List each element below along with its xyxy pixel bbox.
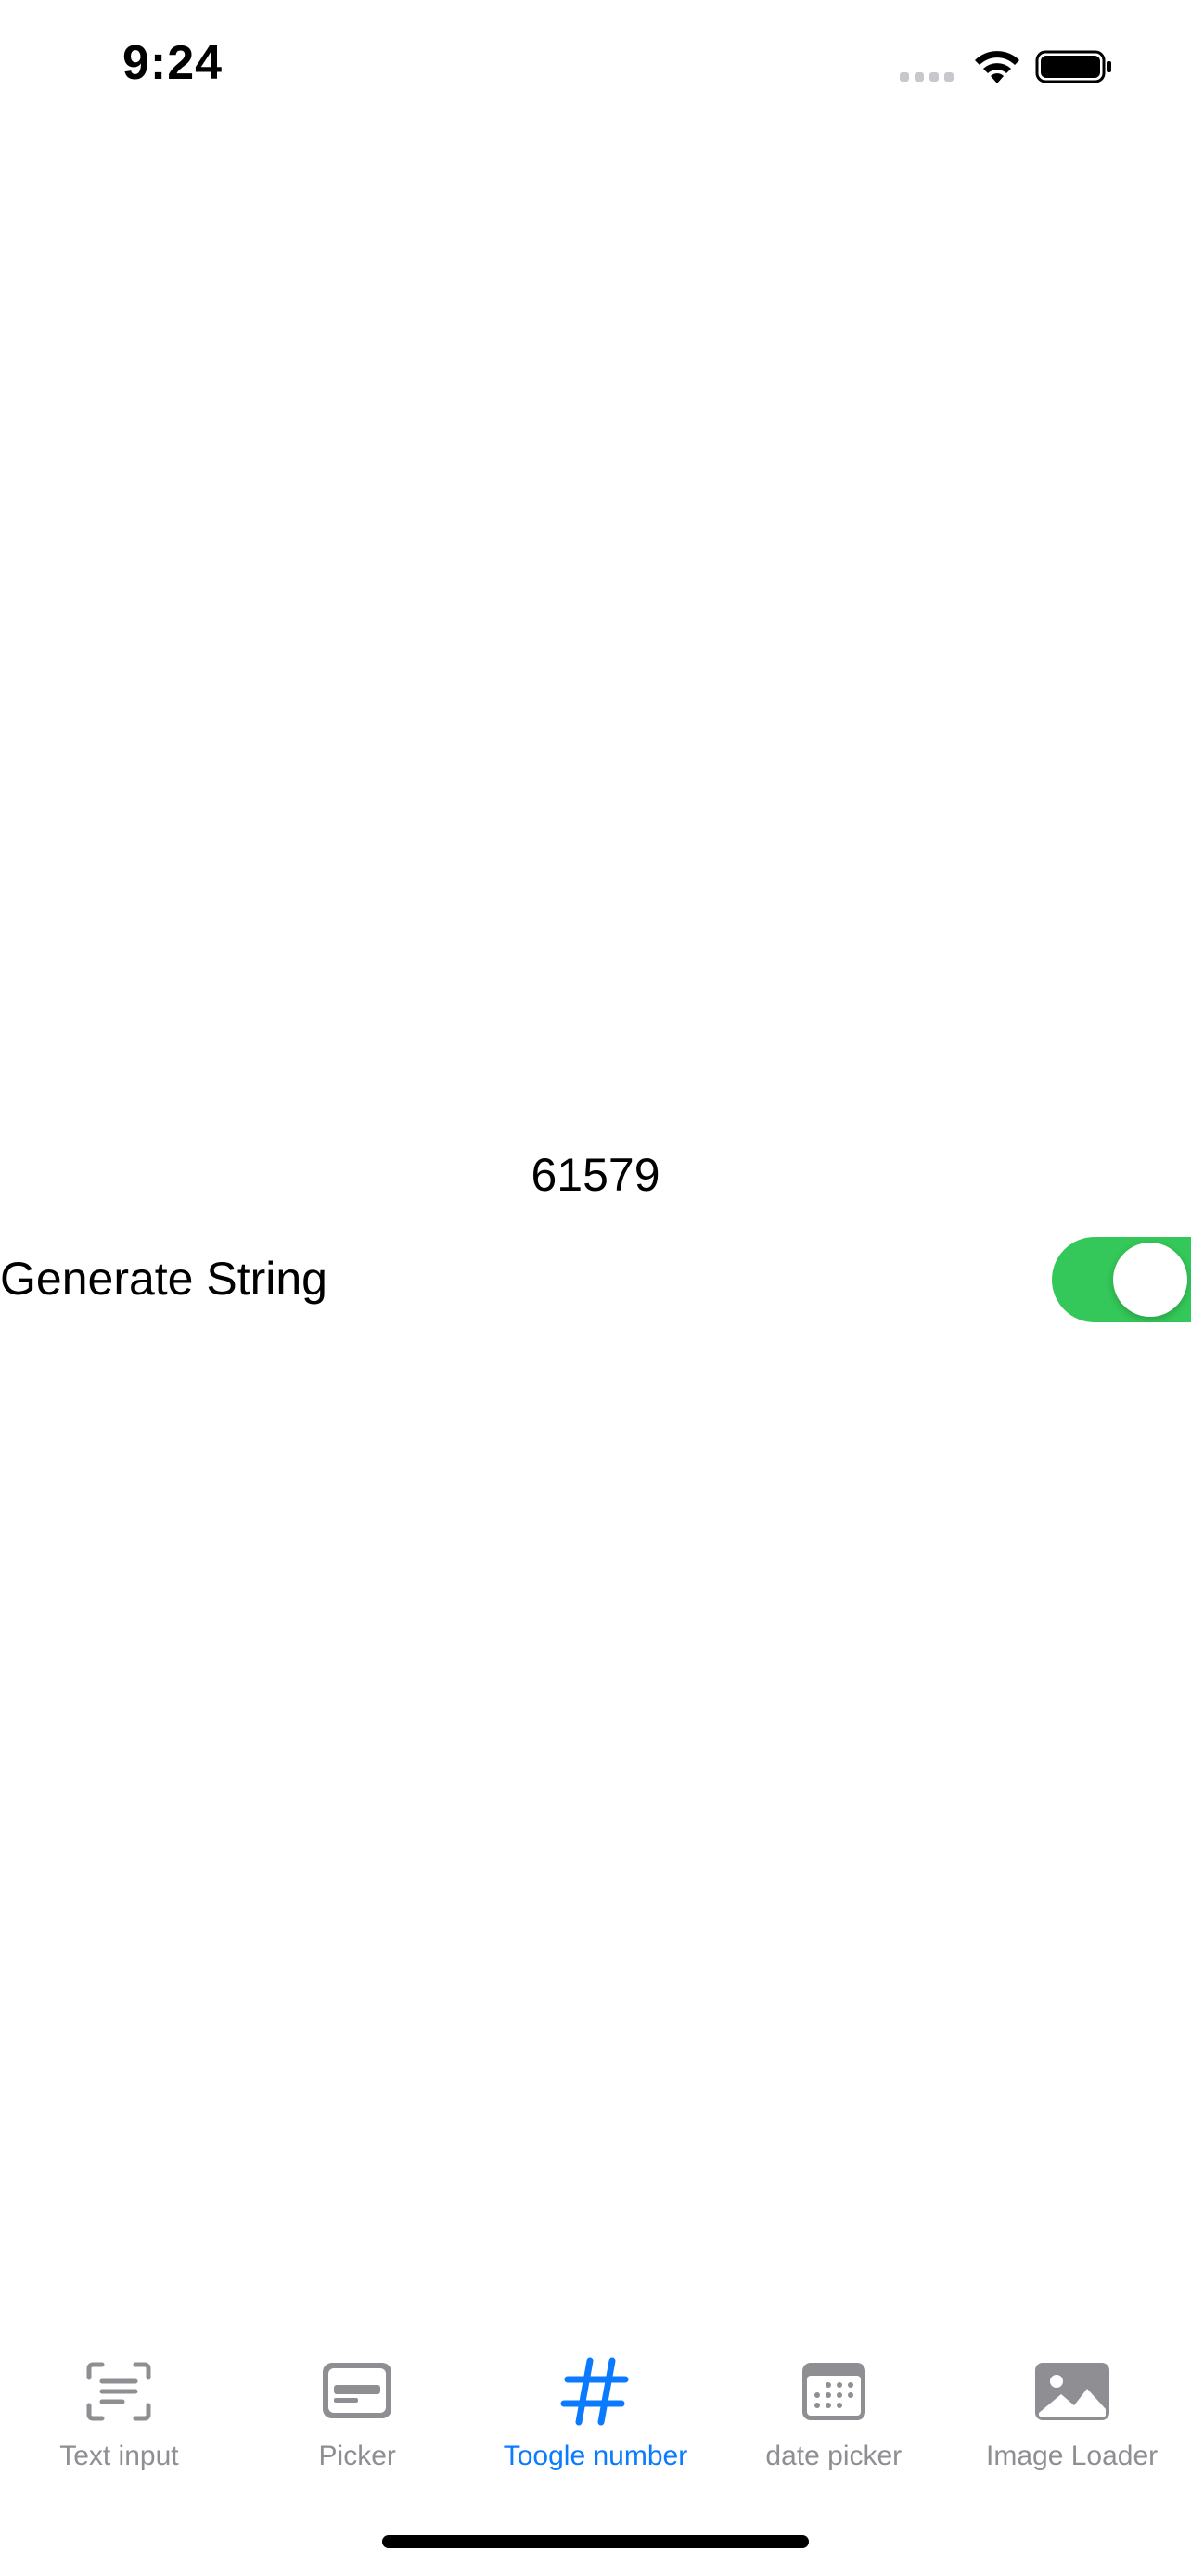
tab-label: Picker xyxy=(318,2441,396,2471)
status-time: 9:24 xyxy=(122,36,224,90)
generated-number-text: 61579 xyxy=(531,1149,660,1201)
picker-card-icon xyxy=(323,2363,392,2418)
number-sign-icon xyxy=(560,2357,629,2426)
home-indicator xyxy=(382,2535,809,2548)
tab-text-input[interactable]: Text input xyxy=(0,2337,238,2485)
toggle-knob xyxy=(1113,1243,1187,1317)
text-viewfinder-icon xyxy=(86,2362,151,2421)
photo-icon xyxy=(1034,2363,1109,2420)
tab-label: date picker xyxy=(765,2441,903,2471)
tab-bar: Text input Picker Toogle number date pic… xyxy=(0,2337,1191,2485)
battery-icon xyxy=(1035,50,1111,83)
tab-toogle-number[interactable]: Toogle number xyxy=(477,2337,715,2485)
tab-label: Text input xyxy=(59,2441,179,2471)
wifi-icon xyxy=(975,51,1019,83)
generate-string-label: Generate String xyxy=(0,1253,327,1305)
status-bar: 9:24 xyxy=(0,0,1191,139)
generate-string-row: Generate String xyxy=(0,1233,1191,1326)
tab-label: Image Loader xyxy=(986,2441,1159,2471)
tab-date-picker[interactable]: date picker xyxy=(714,2337,953,2485)
calendar-icon xyxy=(801,2363,865,2420)
tab-picker[interactable]: Picker xyxy=(238,2337,477,2485)
generate-string-toggle[interactable] xyxy=(1052,1237,1191,1322)
tab-image-loader[interactable]: Image Loader xyxy=(953,2337,1191,2485)
cellular-signal-icon xyxy=(900,72,954,82)
tab-label: Toogle number xyxy=(503,2441,688,2471)
